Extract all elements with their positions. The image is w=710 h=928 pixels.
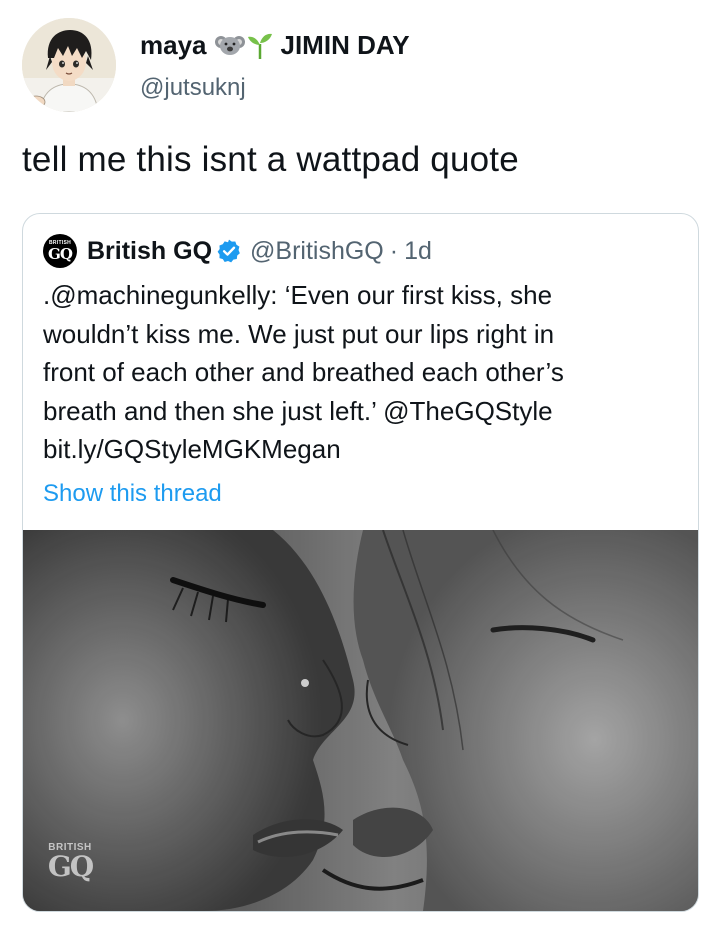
british-gq-watermark-icon: BRITISH GQ [39, 842, 101, 892]
quoted-tweet-media[interactable]: BRITISH GQ [23, 530, 698, 911]
quoted-tweet-line: .@machinegunkelly: ‘Even our first kiss,… [43, 280, 553, 310]
author-name-suffix[interactable]: JIMIN DAY [281, 30, 410, 61]
quoted-tweet-line: wouldn’t kiss me. We just put our lips r… [43, 318, 555, 349]
quoted-tweet-line: front of each other and breathed each ot… [43, 357, 564, 387]
author-avatar[interactable] [22, 18, 116, 112]
quoted-author-name[interactable]: British GQ [87, 237, 212, 266]
verified-badge-icon [216, 238, 242, 264]
black-and-white-photo-icon [23, 530, 698, 911]
quoted-tweet-line: bit.ly/GQStyleMGKMegan [43, 434, 341, 464]
quoted-tweet-card[interactable]: BRITISH GQ British GQ @BritishGQ · 1d .@… [22, 213, 699, 912]
british-gq-logo-icon[interactable]: BRITISH GQ [43, 234, 77, 268]
meta-separator: · [389, 236, 399, 265]
quoted-tweet-time[interactable]: 1d [404, 237, 432, 266]
koala-icon [214, 30, 245, 60]
tweet-container: maya JIMIN DAY @jutsuknj tell me this is… [0, 0, 710, 928]
watermark-label-main: GQ [47, 850, 94, 883]
gq-avatar-label-main: GQ [48, 245, 73, 263]
author-handle[interactable]: @jutsuknj [140, 74, 246, 102]
author-name-row[interactable]: maya JIMIN DAY [140, 28, 410, 62]
quoted-tweet-body: .@machinegunkelly: ‘Even our first kiss,… [43, 276, 683, 469]
show-thread-link[interactable]: Show this thread [43, 480, 222, 508]
anime-character-avatar-icon [22, 18, 116, 112]
seedling-icon [247, 30, 273, 60]
quoted-tweet-header: BRITISH GQ British GQ @BritishGQ · 1d [43, 234, 432, 268]
quoted-tweet-line: breath and then she just left.’ @TheGQSt… [43, 395, 553, 426]
tweet-text: tell me this isnt a wattpad quote [22, 140, 519, 179]
author-display-name[interactable]: maya [140, 30, 207, 61]
quoted-author-handle[interactable]: @BritishGQ [250, 237, 384, 266]
